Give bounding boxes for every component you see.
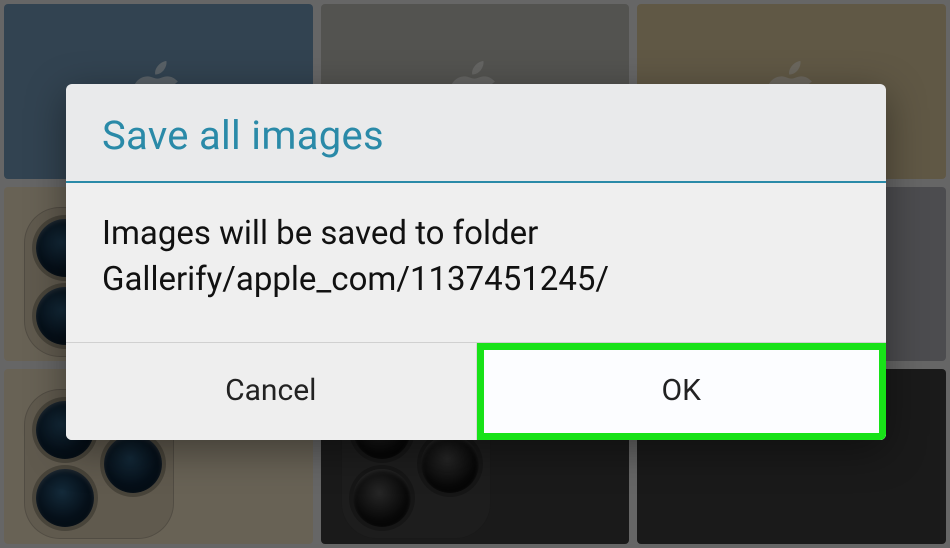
ok-button[interactable]: OK — [476, 343, 887, 440]
dialog-header: Save all images — [66, 84, 886, 181]
cancel-button[interactable]: Cancel — [66, 343, 476, 440]
save-images-dialog: Save all images Images will be saved to … — [66, 84, 886, 440]
dialog-actions: Cancel OK — [66, 343, 886, 440]
dialog-message: Images will be saved to folder Gallerify… — [66, 183, 886, 342]
dialog-title: Save all images — [102, 112, 850, 159]
